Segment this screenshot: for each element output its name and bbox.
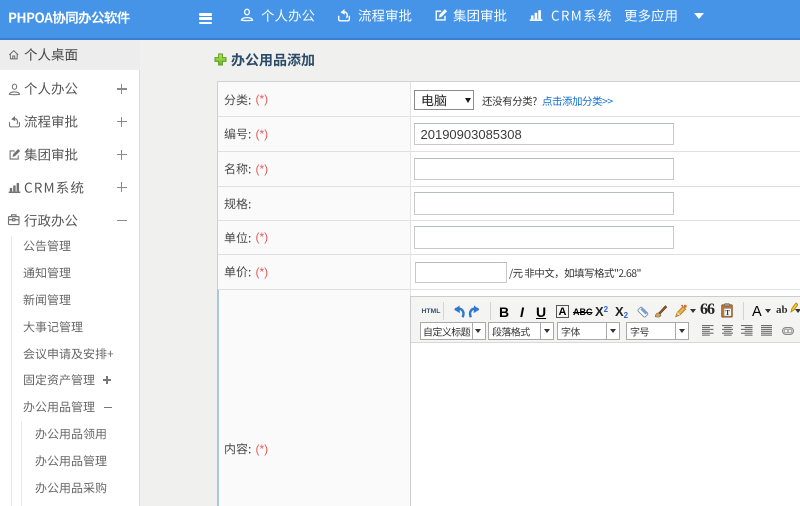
svg-text:T: T <box>725 309 730 317</box>
